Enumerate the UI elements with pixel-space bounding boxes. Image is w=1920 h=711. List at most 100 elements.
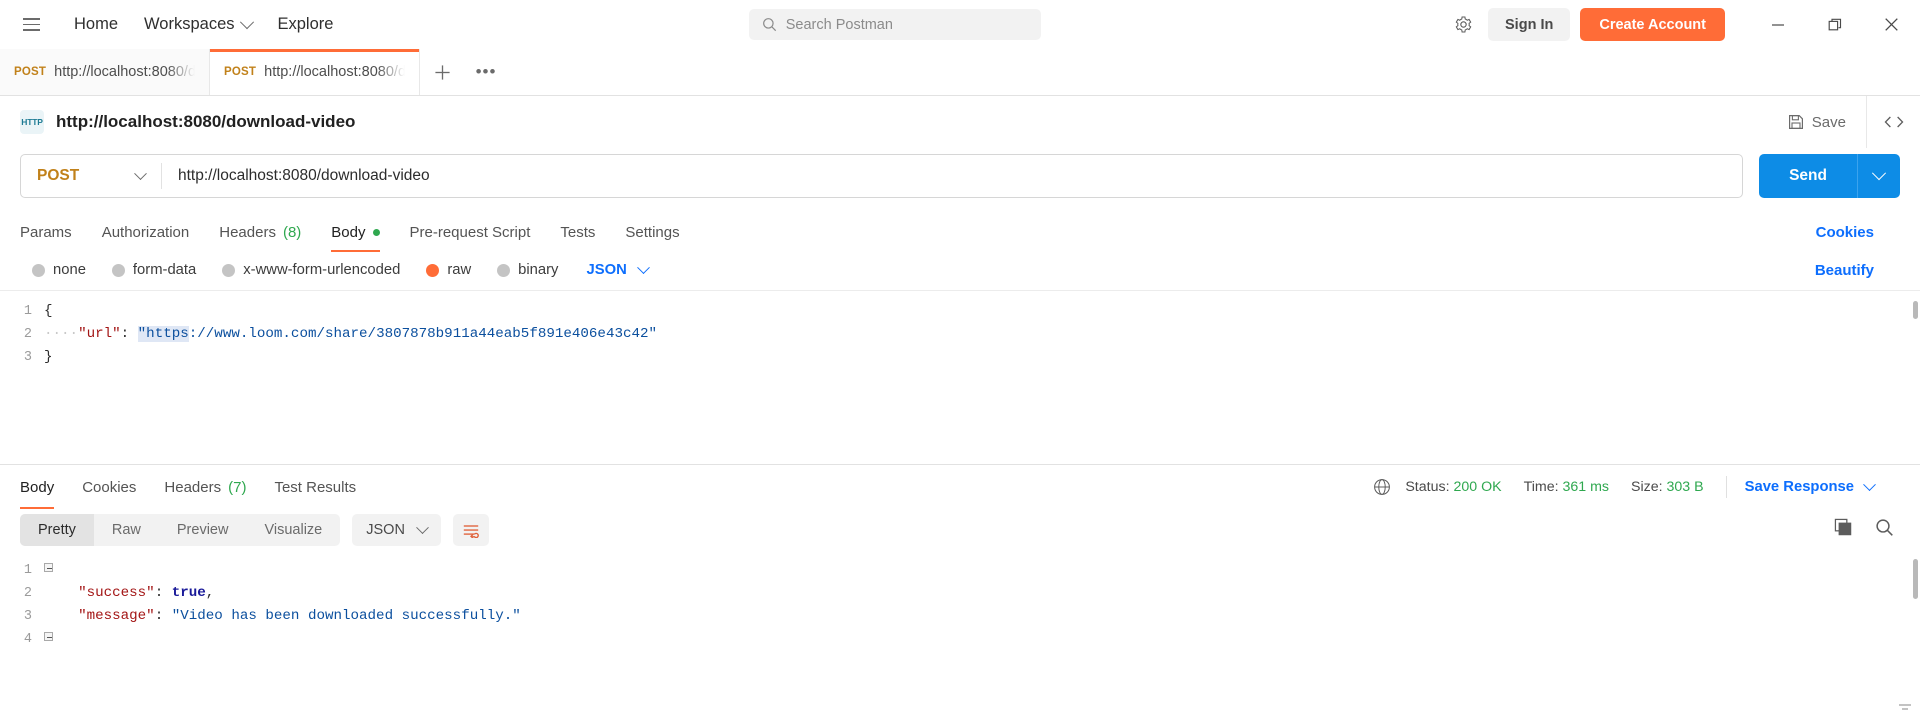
http-method-select[interactable]: POST: [21, 155, 161, 197]
fold-toggle-open-icon[interactable]: [44, 563, 53, 572]
close-icon: [1885, 18, 1898, 31]
request-title-row: HTTP http://localhost:8080/download-vide…: [0, 96, 1920, 148]
search-input[interactable]: Search Postman: [748, 9, 1041, 40]
request-editor-scrollbar[interactable]: [1913, 301, 1918, 319]
divider: [1725, 476, 1727, 498]
response-actions: [1834, 518, 1900, 542]
tab-tests[interactable]: Tests: [560, 212, 595, 252]
response-key-message: "message": [78, 608, 155, 624]
create-account-button[interactable]: Create Account: [1580, 8, 1725, 41]
tab-body[interactable]: Body: [331, 212, 380, 252]
http-method-value: POST: [37, 167, 80, 184]
body-type-label: binary: [518, 262, 559, 278]
headers-count-badge: (8): [282, 223, 302, 241]
response-value-message: "Video has been downloaded successfully.…: [171, 608, 521, 624]
response-tab-test-results[interactable]: Test Results: [274, 465, 356, 509]
body-type-binary[interactable]: binary: [497, 262, 558, 278]
view-mode-pretty[interactable]: Pretty: [20, 514, 94, 546]
copy-response-button[interactable]: [1834, 518, 1853, 542]
view-mode-raw[interactable]: Raw: [94, 514, 159, 546]
cookies-link[interactable]: Cookies: [1816, 224, 1900, 241]
body-format-select[interactable]: JSON: [586, 260, 650, 278]
code-brackets-icon: [1884, 116, 1903, 128]
send-button-group[interactable]: Send: [1759, 154, 1900, 198]
response-format-select[interactable]: JSON: [352, 514, 441, 546]
postman-app-window: Home Workspaces Explore Search Postman S…: [0, 0, 1920, 711]
time-label: Time:: [1523, 479, 1559, 495]
beautify-button[interactable]: Beautify: [1815, 262, 1900, 279]
tab-headers[interactable]: Headers (8): [219, 212, 301, 252]
fold-toggle-close-icon[interactable]: [44, 632, 53, 641]
response-headers-count-badge: (7): [228, 478, 247, 496]
tab-label: Cookies: [82, 478, 137, 496]
send-button[interactable]: Send: [1759, 154, 1857, 198]
nav-item-workspaces[interactable]: Workspaces: [132, 9, 263, 40]
table-row[interactable]: POST http://localhost:8080/do: [0, 49, 210, 95]
request-body-editor[interactable]: 1 2 3 { ····"url": "https://www.loom.com/s…: [0, 290, 1920, 465]
view-mode-visualize[interactable]: Visualize: [246, 514, 340, 546]
url-input[interactable]: [162, 155, 1743, 197]
hamburger-menu-icon[interactable]: [14, 8, 48, 42]
settings-button[interactable]: [1444, 6, 1482, 44]
new-tab-button[interactable]: [420, 49, 464, 95]
response-tab-cookies[interactable]: Cookies: [82, 465, 136, 509]
response-tab-body[interactable]: Body: [20, 465, 55, 509]
line-number: 3: [23, 609, 32, 624]
save-request-button[interactable]: Save: [1776, 108, 1858, 137]
word-wrap-button[interactable]: [452, 514, 489, 546]
table-row[interactable]: POST http://localhost:8080/do: [210, 49, 420, 95]
nav-item-explore[interactable]: Explore: [266, 9, 346, 40]
request-code-content[interactable]: { ····"url": "https://www.loom.com/share…: [44, 291, 1920, 464]
tab-params[interactable]: Params: [20, 212, 72, 252]
send-options-button[interactable]: [1858, 154, 1900, 198]
response-tab-headers[interactable]: Headers (7): [164, 465, 246, 509]
status-badge: Status: 200 OK: [1405, 479, 1501, 495]
body-type-form-data[interactable]: form-data: [111, 262, 196, 278]
line-number: 3: [23, 350, 32, 365]
radio-icon: [497, 263, 511, 277]
tab-method-badge: POST: [14, 66, 47, 78]
response-body-viewer[interactable]: 1 2 3 4 "success": true, "message": "Video …: [0, 553, 1920, 711]
nav-item-home[interactable]: Home: [62, 9, 130, 40]
tab-pre-request-script[interactable]: Pre-request Script: [410, 212, 531, 252]
tab-settings[interactable]: Settings: [625, 212, 679, 252]
tab-title: http://localhost:8080/do: [54, 64, 195, 80]
sign-in-button[interactable]: Sign In: [1488, 8, 1571, 41]
body-type-none[interactable]: none: [32, 262, 86, 278]
size-value: 303 B: [1666, 479, 1704, 495]
tab-label: Headers: [164, 478, 222, 496]
response-resize-handle[interactable]: [1898, 699, 1912, 710]
time-value: 361 ms: [1562, 479, 1610, 495]
response-scrollbar[interactable]: [1913, 559, 1918, 599]
http-protocol-icon: HTTP: [20, 110, 44, 134]
tab-label: Body: [331, 223, 366, 241]
body-type-x-www-form-urlencoded[interactable]: x-www-form-urlencoded: [222, 262, 400, 278]
search-response-button[interactable]: [1875, 518, 1894, 542]
code-snippet-button[interactable]: [1866, 96, 1920, 148]
size-badge: Size: 303 B: [1631, 479, 1704, 495]
tab-options-button[interactable]: •••: [464, 49, 508, 95]
tab-authorization[interactable]: Authorization: [102, 212, 190, 252]
line-number: 1: [23, 304, 32, 319]
main-nav-links: Home Workspaces Explore: [62, 9, 345, 40]
status-value: 200 OK: [1453, 479, 1502, 495]
copy-icon: [1834, 518, 1852, 536]
save-label: Save: [1811, 113, 1846, 131]
word-wrap-icon: [463, 524, 479, 538]
top-navigation-bar: Home Workspaces Explore Search Postman S…: [0, 0, 1920, 49]
window-maximize-button[interactable]: [1806, 0, 1863, 49]
status-label: Status:: [1405, 479, 1450, 495]
save-response-button[interactable]: Save Response: [1745, 477, 1900, 495]
window-close-button[interactable]: [1863, 0, 1920, 49]
chevron-down-icon: [416, 520, 429, 534]
view-mode-preview[interactable]: Preview: [159, 514, 247, 546]
http-badge-label: HTTP: [21, 117, 43, 127]
chevron-down-icon: [1863, 477, 1876, 491]
response-comma: ,: [205, 585, 215, 601]
window-minimize-button[interactable]: [1749, 0, 1806, 49]
code-indent: ····: [44, 326, 79, 342]
tab-label: Headers: [219, 223, 276, 241]
radio-icon: [222, 263, 236, 277]
body-type-raw[interactable]: raw: [426, 262, 471, 278]
radio-icon: [111, 263, 125, 277]
